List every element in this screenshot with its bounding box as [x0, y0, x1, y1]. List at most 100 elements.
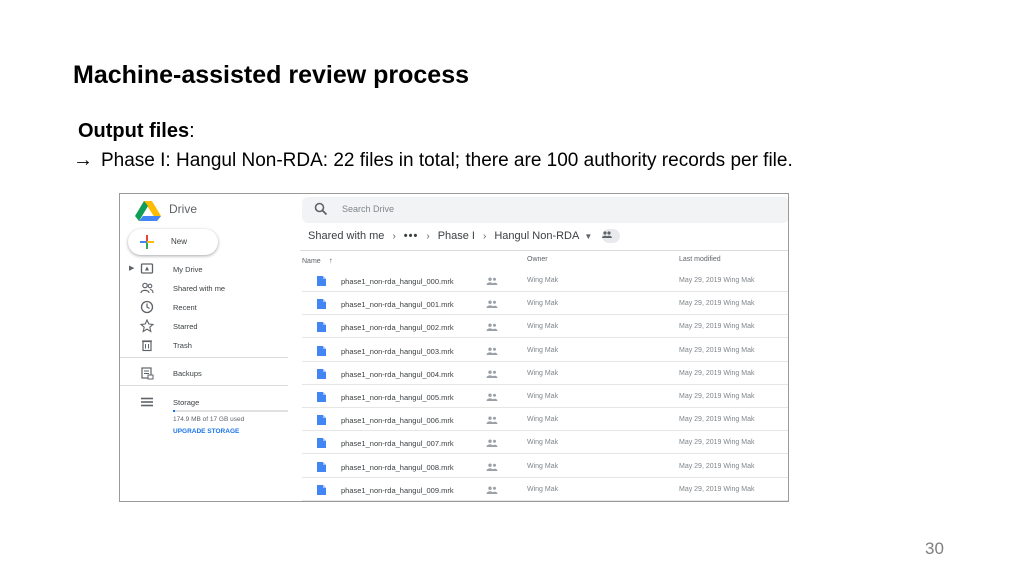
document-file-icon: [317, 276, 326, 286]
drive-app-name[interactable]: Drive: [169, 202, 197, 216]
chevron-down-icon[interactable]: ▼: [584, 232, 592, 241]
plus-icon: [140, 235, 154, 249]
file-row[interactable]: phase1_non-rda_hangul_007.mrk Wing Mak May…: [302, 431, 788, 455]
column-header-name-label: Name: [302, 258, 321, 265]
breadcrumb-more[interactable]: •••: [404, 230, 419, 242]
column-header-name[interactable]: Name ↑: [302, 256, 333, 265]
file-owner: Wing Mak: [527, 277, 559, 284]
shared-people-icon: [140, 282, 154, 294]
file-name: phase1_non-rda_hangul_001.mrk: [341, 300, 454, 310]
column-header-owner[interactable]: Owner: [527, 256, 548, 263]
arrow-right-icon: →: [73, 149, 93, 171]
file-last-modified: May 29, 2019 Wing Mak: [679, 277, 755, 284]
breadcrumb: Shared with me › ••• › Phase I › Hangul …: [308, 227, 621, 245]
sidebar-item-label: Recent: [173, 303, 197, 312]
new-button[interactable]: New: [128, 229, 218, 255]
file-row[interactable]: phase1_non-rda_hangul_008.mrk Wing Mak May…: [302, 455, 788, 478]
storage-progress-fill: [173, 410, 176, 412]
breadcrumb-phase-i[interactable]: Phase I: [438, 230, 475, 242]
output-files-heading: Output files:: [78, 120, 195, 143]
output-files-label: Output files: [78, 120, 190, 142]
search-bar[interactable]: Search Drive: [302, 197, 788, 223]
file-row[interactable]: phase1_non-rda_hangul_001.mrk Wing Mak May…: [302, 292, 788, 316]
document-file-icon: [317, 322, 326, 333]
sidebar-divider: [120, 385, 288, 386]
file-owner: Wing Mak: [527, 393, 559, 400]
file-row[interactable]: phase1_non-rda_hangul_009.mrk Wing Mak May…: [302, 478, 788, 501]
file-last-modified: May 29, 2019 Wing Mak: [679, 300, 755, 308]
sidebar-item-label: Backups: [173, 369, 202, 378]
file-name: phase1_non-rda_hangul_006.mrk: [341, 416, 454, 426]
breadcrumb-shared-with-me[interactable]: Shared with me: [308, 230, 384, 242]
sidebar-item-my-drive[interactable]: ▶ My Drive: [120, 261, 288, 279]
search-input[interactable]: Search Drive: [342, 204, 394, 214]
shared-people-icon: [486, 347, 498, 355]
storage-progress-bar: [173, 410, 288, 412]
file-last-modified: May 29, 2019 Wing Mak: [679, 462, 755, 470]
expand-caret-icon[interactable]: ▶: [129, 264, 134, 272]
shared-people-icon: [486, 486, 498, 494]
file-last-modified: May 29, 2019 Wing Mak: [679, 485, 755, 493]
file-row[interactable]: phase1_non-rda_hangul_006.mrk Wing Mak May…: [302, 408, 788, 432]
sort-arrow-up-icon[interactable]: ↑: [329, 256, 333, 265]
file-row[interactable]: phase1_non-rda_hangul_004.mrk Wing Mak May…: [302, 362, 788, 385]
file-last-modified: May 29, 2019 Wing Mak: [679, 393, 755, 400]
sidebar-divider: [120, 357, 288, 358]
upgrade-storage-link[interactable]: UPGRADE STORAGE: [173, 428, 239, 435]
column-header-last-modified[interactable]: Last modified: [679, 256, 721, 263]
drive-logo-icon[interactable]: [135, 200, 161, 222]
sidebar-item-label: Storage: [173, 398, 200, 407]
file-name: phase1_non-rda_hangul_009.mrk: [341, 485, 454, 495]
file-last-modified: May 29, 2019 Wing Mak: [679, 416, 755, 424]
file-row[interactable]: phase1_non-rda_hangul_003.mrk Wing Mak May…: [302, 339, 788, 362]
file-row[interactable]: phase1_non-rda_hangul_002.mrk Wing Mak May…: [302, 315, 788, 339]
file-name: phase1_non-rda_hangul_005.mrk: [341, 393, 454, 402]
document-file-icon: [317, 461, 326, 472]
clock-icon: [140, 300, 154, 314]
file-owner: Wing Mak: [527, 485, 559, 493]
document-file-icon: [317, 438, 326, 449]
new-button-label: New: [171, 237, 188, 246]
shared-people-icon: [486, 277, 498, 285]
chevron-right-icon: ›: [392, 230, 396, 242]
sidebar-item-shared-with-me[interactable]: Shared with me: [120, 280, 288, 298]
shared-people-icon: [486, 463, 498, 471]
breadcrumb-hangul-non-rda[interactable]: Hangul Non-RDA: [494, 230, 579, 242]
file-name: phase1_non-rda_hangul_002.mrk: [341, 323, 454, 333]
star-icon: [140, 319, 154, 333]
output-files-colon: :: [189, 120, 195, 142]
file-owner: Wing Mak: [527, 369, 559, 377]
sidebar-item-starred[interactable]: Starred: [120, 318, 288, 336]
file-owner: Wing Mak: [527, 439, 559, 447]
chevron-right-icon: ›: [483, 230, 487, 242]
sidebar-item-label: Trash: [173, 341, 192, 350]
bullet-line: → Phase I: Hangul Non-RDA: 22 files in t…: [73, 149, 793, 172]
page-number: 30: [925, 539, 944, 558]
file-row[interactable]: phase1_non-rda_hangul_000.mrk Wing Mak May…: [302, 269, 788, 292]
sidebar-item-label: Starred: [173, 322, 198, 331]
search-icon[interactable]: [314, 202, 328, 216]
chevron-right-icon: ›: [426, 230, 430, 242]
trash-icon: [142, 340, 152, 352]
sidebar-item-label: Shared with me: [173, 284, 226, 293]
drive-screenshot: Drive Search Drive New ▶ My Drive Shared…: [119, 193, 789, 502]
shared-people-icon: [486, 323, 498, 332]
file-last-modified: May 29, 2019 Wing Mak: [679, 439, 755, 447]
file-name: phase1_non-rda_hangul_008.mrk: [341, 462, 454, 472]
shared-people-icon: [486, 370, 498, 378]
backup-icon: [141, 367, 154, 380]
file-last-modified: May 29, 2019 Wing Mak: [679, 323, 755, 331]
sidebar-item-label: My Drive: [173, 265, 203, 274]
my-drive-icon: [140, 263, 154, 274]
file-row[interactable]: phase1_non-rda_hangul_005.mrk Wing Mak May…: [302, 385, 788, 408]
storage-used-text: 174.9 MB of 17 GB used: [173, 416, 245, 423]
shared-people-icon: [486, 439, 498, 448]
shared-people-icon: [486, 300, 498, 309]
sidebar-item-backups[interactable]: Backups: [120, 365, 288, 383]
sidebar-item-recent[interactable]: Recent: [120, 299, 288, 317]
sidebar-item-trash[interactable]: Trash: [120, 337, 288, 355]
file-owner: Wing Mak: [527, 346, 559, 354]
file-name: phase1_non-rda_hangul_003.mrk: [341, 346, 454, 356]
document-file-icon: [317, 299, 326, 310]
shared-folder-icon: [602, 229, 621, 243]
